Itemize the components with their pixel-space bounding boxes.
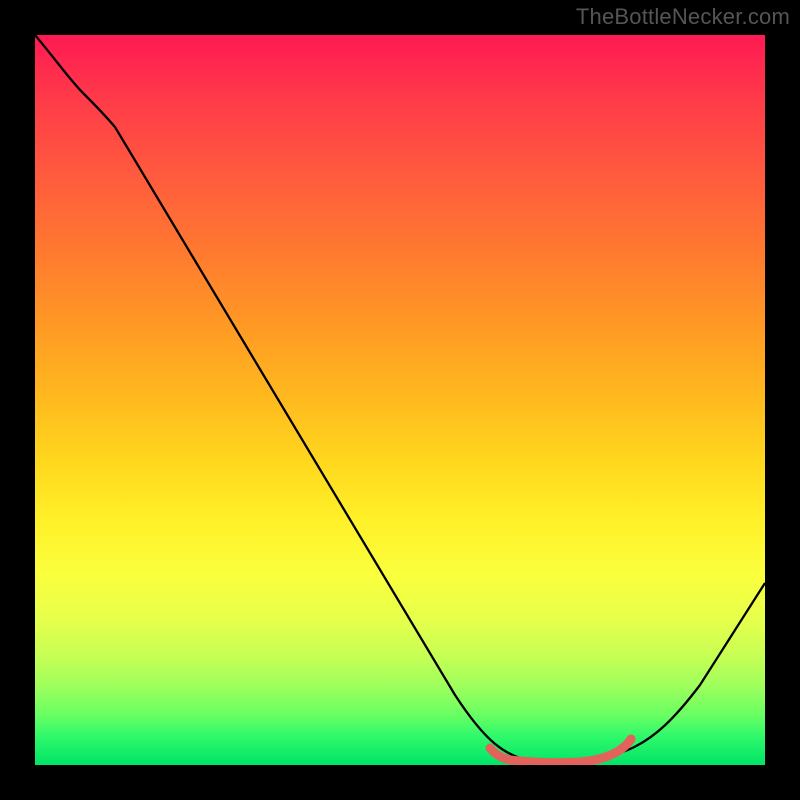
optimal-zone-marker	[490, 739, 631, 763]
chart-frame: TheBottleNecker.com	[0, 0, 800, 800]
bottleneck-curve	[35, 35, 765, 764]
plot-area	[35, 35, 765, 765]
watermark-text: TheBottleNecker.com	[576, 4, 790, 30]
curve-overlay	[35, 35, 765, 765]
